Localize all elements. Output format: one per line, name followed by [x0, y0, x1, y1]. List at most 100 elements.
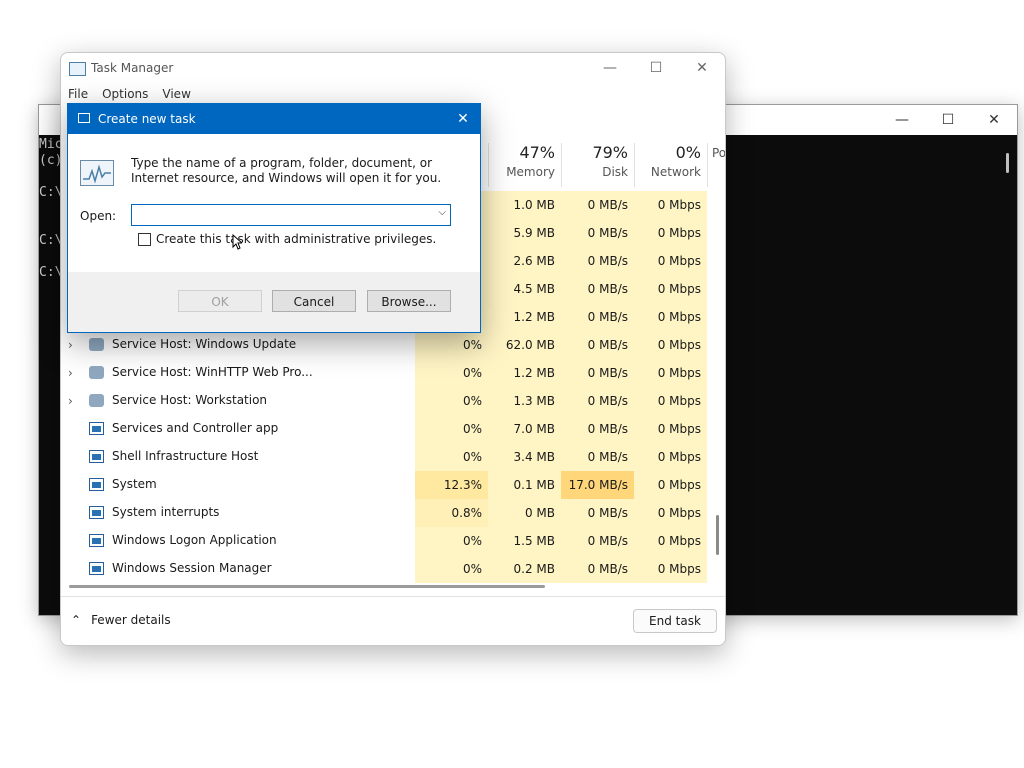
- table-row[interactable]: Services and Controller app 0% 7.0 MB 0 MB/…: [61, 415, 707, 443]
- memory-value: 7.0 MB: [488, 415, 561, 443]
- disk-value: 0 MB/s: [561, 527, 634, 555]
- memory-value: 1.0 MB: [488, 191, 561, 219]
- cpu-value: 0%: [415, 387, 488, 415]
- browse-button[interactable]: Browse...: [367, 290, 451, 312]
- network-value: 0 Mbps: [634, 331, 707, 359]
- process-name: System interrupts: [112, 505, 220, 519]
- memory-value: 0 MB: [488, 499, 561, 527]
- memory-percent: 47%: [519, 143, 555, 162]
- column-header-network[interactable]: 0% Network: [634, 143, 707, 187]
- open-combobox[interactable]: ⌵: [131, 204, 451, 226]
- fewer-details-label: Fewer details: [91, 613, 171, 627]
- menu-view[interactable]: View: [155, 85, 197, 103]
- console-line: (c): [39, 153, 63, 168]
- network-value: 0 Mbps: [634, 443, 707, 471]
- table-row[interactable]: › Service Host: WinHTTP Web Pro... 0% 1.2 M…: [61, 359, 707, 387]
- create-new-task-dialog[interactable]: Create new task ✕ Type the name of a pro…: [67, 103, 481, 333]
- window-icon: [89, 562, 104, 575]
- admin-privileges-checkbox[interactable]: [138, 232, 151, 246]
- close-icon[interactable]: ✕: [679, 53, 725, 83]
- menu-file[interactable]: File: [61, 85, 95, 103]
- dialog-body: Type the name of a program, folder, docu…: [68, 134, 480, 272]
- console-line: C:\: [39, 233, 63, 248]
- chevron-down-icon[interactable]: ⌵: [438, 207, 446, 218]
- process-name: Services and Controller app: [112, 421, 279, 435]
- network-value: 0 Mbps: [634, 219, 707, 247]
- table-row[interactable]: System 12.3% 0.1 MB 17.0 MB/s 0 Mbps: [61, 471, 707, 499]
- process-name: Windows Session Manager: [112, 561, 272, 575]
- window-icon: [89, 534, 104, 547]
- network-value: 0 Mbps: [634, 275, 707, 303]
- table-row[interactable]: Shell Infrastructure Host 0% 3.4 MB 0 MB/s 0…: [61, 443, 707, 471]
- disk-value: 0 MB/s: [561, 247, 634, 275]
- process-name: Service Host: Windows Update: [112, 337, 297, 351]
- cpu-value: 0%: [415, 443, 488, 471]
- gear-icon: [89, 366, 104, 379]
- memory-value: 4.5 MB: [488, 275, 561, 303]
- cancel-button[interactable]: Cancel: [272, 290, 356, 312]
- memory-value: 5.9 MB: [488, 219, 561, 247]
- minimize-icon[interactable]: —: [587, 53, 633, 83]
- table-row[interactable]: Windows Logon Application 0% 1.5 MB 0 MB/s 0…: [61, 527, 707, 555]
- disk-value: 0 MB/s: [561, 555, 634, 583]
- cpu-value: 0%: [415, 331, 488, 359]
- horizontal-scrollbar-thumb[interactable]: [69, 585, 545, 588]
- network-label: Network: [650, 165, 701, 179]
- process-name: System: [112, 477, 157, 491]
- process-name: Service Host: Workstation: [112, 393, 268, 407]
- table-row[interactable]: System interrupts 0.8% 0 MB 0 MB/s 0 Mbps: [61, 499, 707, 527]
- table-row[interactable]: Windows Session Manager 0% 0.2 MB 0 MB/s 0 M…: [61, 555, 707, 583]
- run-icon: [78, 113, 90, 123]
- network-percent: 0%: [675, 143, 701, 162]
- memory-value: 1.2 MB: [488, 303, 561, 331]
- window-icon: [89, 478, 104, 491]
- disk-label: Disk: [602, 165, 628, 179]
- cpu-value: 0%: [415, 527, 488, 555]
- console-scrollbar[interactable]: [1006, 153, 1009, 173]
- network-value: 0 Mbps: [634, 191, 707, 219]
- process-name: Windows Logon Application: [112, 533, 277, 547]
- maximize-icon[interactable]: ☐: [633, 53, 679, 83]
- admin-privileges-label: Create this task with administrative pri…: [156, 232, 437, 246]
- close-icon[interactable]: ✕: [454, 110, 472, 128]
- fewer-details-button[interactable]: ⌃ Fewer details: [71, 613, 171, 627]
- task-manager-titlebar[interactable]: Task Manager — ☐ ✕: [61, 53, 725, 83]
- memory-value: 3.4 MB: [488, 443, 561, 471]
- maximize-icon[interactable]: ☐: [925, 105, 971, 135]
- column-header-memory[interactable]: 47% Memory: [488, 143, 561, 187]
- menu-bar: File Options View: [61, 85, 198, 103]
- minimize-icon[interactable]: —: [879, 105, 925, 135]
- network-value: 0 Mbps: [634, 471, 707, 499]
- network-value: 0 Mbps: [634, 499, 707, 527]
- memory-value: 2.6 MB: [488, 247, 561, 275]
- cpu-value: 0%: [415, 555, 488, 583]
- disk-value: 0 MB/s: [561, 387, 634, 415]
- table-row[interactable]: › Service Host: Windows Update 0% 62.0 MB 0 …: [61, 331, 707, 359]
- admin-privileges-option[interactable]: Create this task with administrative pri…: [138, 232, 436, 246]
- open-label: Open:: [80, 209, 117, 223]
- console-output: Mic (c) C:\ C:\ C:\: [39, 137, 62, 281]
- window-controls: — ☐ ✕: [587, 53, 725, 83]
- table-row[interactable]: › Service Host: Workstation 0% 1.3 MB 0 MB/s…: [61, 387, 707, 415]
- disk-value: 0 MB/s: [561, 359, 634, 387]
- chevron-right-icon[interactable]: ›: [68, 394, 80, 408]
- end-task-button[interactable]: End task: [633, 609, 717, 633]
- ok-button[interactable]: OK: [178, 290, 262, 312]
- menu-options[interactable]: Options: [95, 85, 155, 103]
- memory-value: 62.0 MB: [488, 331, 561, 359]
- column-header-disk[interactable]: 79% Disk: [561, 143, 634, 187]
- network-value: 0 Mbps: [634, 387, 707, 415]
- vertical-scrollbar[interactable]: [716, 515, 719, 555]
- chevron-right-icon[interactable]: ›: [68, 338, 80, 352]
- close-icon[interactable]: ✕: [971, 105, 1017, 135]
- console-window-controls: — ☐ ✕: [879, 105, 1017, 135]
- memory-label: Memory: [506, 165, 555, 179]
- console-line: C:\: [39, 265, 63, 280]
- chevron-right-icon[interactable]: ›: [68, 366, 80, 380]
- column-header-power[interactable]: Po: [707, 143, 725, 187]
- dialog-titlebar[interactable]: Create new task ✕: [68, 104, 480, 134]
- dialog-title: Create new task: [98, 112, 196, 126]
